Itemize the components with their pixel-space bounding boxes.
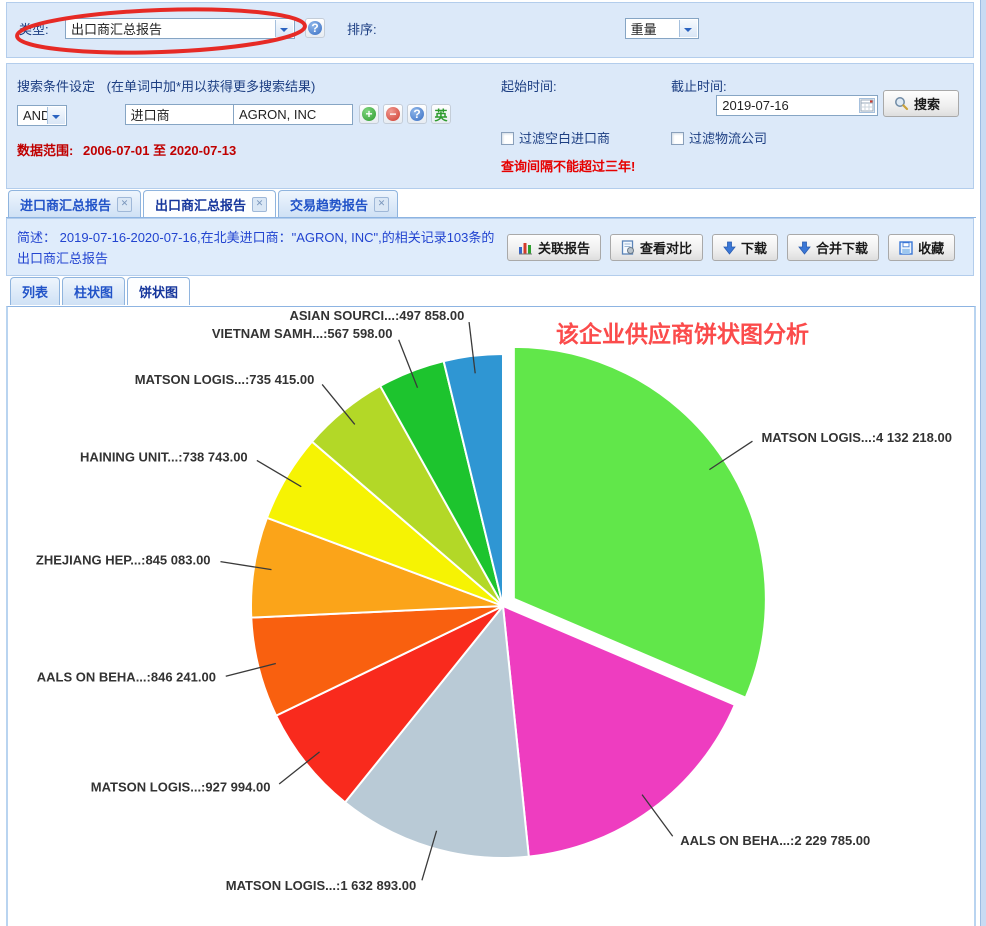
view-tabbar: 列表 柱状图 饼状图 — [6, 277, 976, 306]
compare-doc-icon — [621, 240, 635, 255]
search-conditions-title: 搜索条件设定 (在单词中加*用以获得更多搜索结果) — [17, 76, 315, 95]
add-condition-button[interactable]: + — [359, 104, 379, 124]
type-bar: 类型: 出口商汇总报告 ? 排序: 重量 — [6, 2, 974, 58]
action-buttons: 关联报告 查看对比 下载 合 — [507, 234, 955, 261]
pie-slice-label: AALS ON BEHA...:2 229 785.00 — [680, 833, 870, 848]
supplier-pie-chart: MATSON LOGIS...:4 132 218.00 AALS ON BEHA… — [8, 307, 974, 925]
view-tab-bar-chart[interactable]: 柱状图 — [62, 277, 125, 305]
pie-slice-label: ASIAN SOURCI...:497 858.00 — [290, 308, 465, 323]
pie-slice-label: ZHEJIANG HEP...:845 083.00 — [36, 553, 211, 568]
view-tab-list[interactable]: 列表 — [10, 277, 60, 305]
pie-slice-label: MATSON LOGIS...:4 132 218.00 — [761, 430, 952, 445]
filter-logistics-label: 过滤物流公司 — [689, 131, 767, 146]
filter-logistics-checkbox[interactable] — [671, 132, 684, 145]
red-ellipse-annotation — [9, 4, 315, 58]
close-icon[interactable]: ✕ — [117, 197, 132, 212]
search-help-button[interactable]: ? — [407, 104, 427, 124]
chevron-down-icon[interactable] — [679, 20, 697, 37]
start-date-label: 起始时间: — [501, 76, 557, 95]
filter-blank-label: 过滤空白进口商 — [519, 131, 610, 146]
favorite-button[interactable]: 收藏 — [888, 234, 955, 261]
pie-chart-panel: 该企业供应商饼状图分析 MATSON LOGIS...:4 132 218.00… — [6, 306, 976, 926]
related-report-button[interactable]: 关联报告 — [507, 234, 601, 261]
search-hint: (在单词中加*用以获得更多搜索结果) — [107, 79, 316, 94]
data-range-value: 2006-07-01 至 2020-07-13 — [83, 143, 236, 158]
tab-trade-trend[interactable]: 交易趋势报告 ✕ — [278, 190, 398, 217]
save-disk-icon — [899, 241, 913, 255]
pie-slice-label: HAINING UNIT...:738 743.00 — [80, 449, 248, 464]
filter-blank-checkbox-row: 过滤空白进口商 — [501, 128, 610, 147]
search-button[interactable]: 搜索 — [883, 90, 959, 117]
end-date-label: 截止时间: — [671, 76, 727, 95]
view-compare-button[interactable]: 查看对比 — [610, 234, 703, 261]
chevron-down-icon[interactable] — [47, 107, 65, 124]
sort-label: 排序: — [347, 19, 377, 38]
tab-exporter-summary[interactable]: 出口商汇总报告 ✕ — [143, 190, 276, 217]
filter-logistics-checkbox-row: 过滤物流公司 — [671, 128, 767, 147]
help-icon: ? — [410, 107, 424, 121]
magnifier-icon — [894, 96, 909, 111]
report-tabbar: 进口商汇总报告 ✕ 出口商汇总报告 ✕ 交易趋势报告 ✕ — [6, 190, 976, 218]
minus-icon: − — [386, 107, 400, 121]
download-arrow-icon — [798, 241, 811, 255]
interval-warning: 查询间隔不能超过三年! — [501, 156, 635, 175]
sort-select[interactable]: 重量 — [625, 18, 699, 39]
close-icon[interactable]: ✕ — [252, 197, 267, 212]
download-arrow-icon — [723, 241, 736, 255]
data-range: 数据范围: 2006-07-01 至 2020-07-13 — [17, 140, 236, 159]
bar-chart-icon — [518, 241, 533, 255]
keyword-input[interactable]: AGRON, INC — [233, 104, 353, 125]
scrollbar[interactable] — [980, 0, 986, 926]
merge-download-button[interactable]: 合并下载 — [787, 234, 879, 261]
report-summary: 简述： 2019-07-16-2020-07-16,在北美进口商："AGRON,… — [17, 227, 499, 269]
view-tab-pie-chart[interactable]: 饼状图 — [127, 277, 190, 305]
pie-slice-label: AALS ON BEHA...:846 241.00 — [37, 670, 216, 685]
pie-slice-label: MATSON LOGIS...:1 632 893.00 — [226, 878, 417, 893]
pie-slice-label: MATSON LOGIS...:927 994.00 — [91, 780, 271, 795]
english-toggle-button[interactable]: 英 — [431, 104, 451, 124]
bool-op-select[interactable]: AND — [17, 105, 67, 126]
sort-value: 重量 — [631, 19, 657, 38]
search-panel: 搜索条件设定 (在单词中加*用以获得更多搜索结果) AND 进口商 AGRON,… — [6, 63, 974, 189]
calendar-icon[interactable] — [859, 98, 875, 113]
pie-slice-label: VIETNAM SAMH...:567 598.00 — [212, 326, 393, 341]
download-button[interactable]: 下载 — [712, 234, 778, 261]
tab-importer-summary[interactable]: 进口商汇总报告 ✕ — [8, 190, 141, 217]
start-date-input[interactable]: 2019-07-16 — [716, 95, 878, 116]
close-icon[interactable]: ✕ — [374, 197, 389, 212]
filter-blank-checkbox[interactable] — [501, 132, 514, 145]
report-page: 类型: 出口商汇总报告 ? 排序: 重量 搜索条件设定 (在单词中加*用以获得更… — [0, 0, 986, 926]
pie-slice-label: MATSON LOGIS...:735 415.00 — [135, 372, 315, 387]
summary-panel: 简述： 2019-07-16-2020-07-16,在北美进口商："AGRON,… — [6, 218, 974, 276]
remove-condition-button[interactable]: − — [383, 104, 403, 124]
plus-icon: + — [362, 107, 376, 121]
